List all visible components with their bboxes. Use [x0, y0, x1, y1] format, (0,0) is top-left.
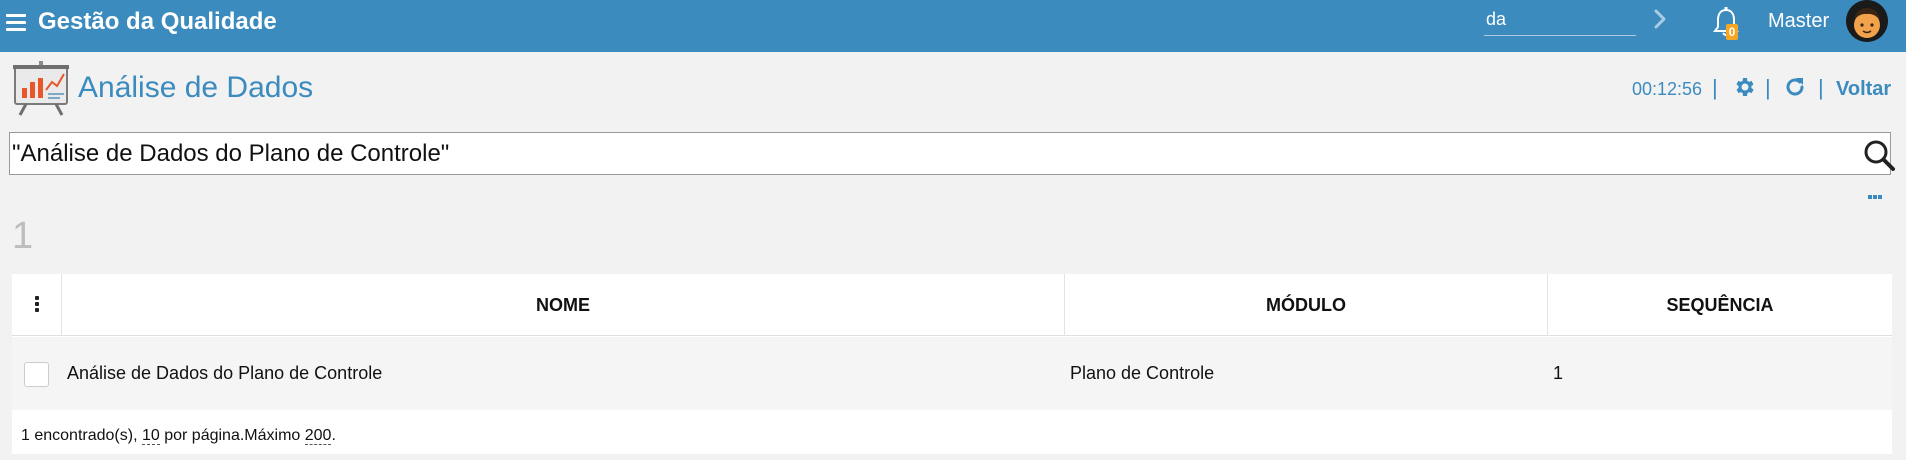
- menu-icon[interactable]: [6, 14, 26, 32]
- cell-nome: Análise de Dados do Plano de Controle: [67, 363, 383, 383]
- column-menu-icon[interactable]: [12, 274, 61, 336]
- found-text: 1 encontrado(s),: [21, 427, 138, 444]
- separator: |: [1712, 75, 1718, 100]
- app-title[interactable]: Gestão da Qualidade: [38, 8, 277, 36]
- column-header-sequencia[interactable]: SEQUÊNCIA: [1547, 274, 1892, 336]
- search-box: [9, 132, 1895, 175]
- back-button[interactable]: Voltar: [1836, 77, 1891, 101]
- per-page-text: por página.Máximo: [164, 427, 301, 444]
- per-page-select[interactable]: 10: [141, 427, 160, 445]
- column-header-modulo[interactable]: MÓDULO: [1064, 274, 1547, 336]
- user-name[interactable]: Master: [1768, 9, 1829, 33]
- search-input[interactable]: [10, 133, 1830, 174]
- gear-icon[interactable]: [1732, 75, 1756, 99]
- footer-end: .: [331, 427, 336, 444]
- notification-badge: 0: [1726, 24, 1738, 40]
- quick-search-input[interactable]: [1484, 4, 1636, 36]
- column-header-nome[interactable]: NOME: [61, 274, 1064, 336]
- separator: |: [1818, 75, 1824, 100]
- max-select[interactable]: 200: [304, 427, 332, 445]
- avatar[interactable]: [1846, 0, 1888, 42]
- refresh-icon[interactable]: [1783, 75, 1807, 99]
- row-checkbox[interactable]: [24, 362, 49, 387]
- cell-sequencia: 1: [1553, 363, 1564, 383]
- search-icon[interactable]: [1862, 139, 1896, 171]
- results-table: NOME MÓDULO SEQUÊNCIA Análise de Dados d…: [12, 274, 1892, 454]
- chevron-right-icon[interactable]: [1652, 8, 1668, 30]
- separator: |: [1765, 75, 1771, 100]
- result-count: 1: [12, 215, 34, 257]
- more-icon[interactable]: [1868, 186, 1886, 199]
- top-bar: Gestão da Qualidade 0 Master: [0, 0, 1906, 52]
- presentation-chart-icon: [13, 61, 69, 116]
- table-header: NOME MÓDULO SEQUÊNCIA: [12, 274, 1892, 336]
- page-title: Análise de Dados: [78, 71, 314, 104]
- session-timer: 00:12:56: [1632, 79, 1703, 99]
- table-row[interactable]: Análise de Dados do Plano de Controle Pl…: [12, 337, 1892, 410]
- pagination-info: 1 encontrado(s), 10 por página.Máximo 20…: [21, 426, 336, 446]
- cell-modulo: Plano de Controle: [1070, 363, 1215, 383]
